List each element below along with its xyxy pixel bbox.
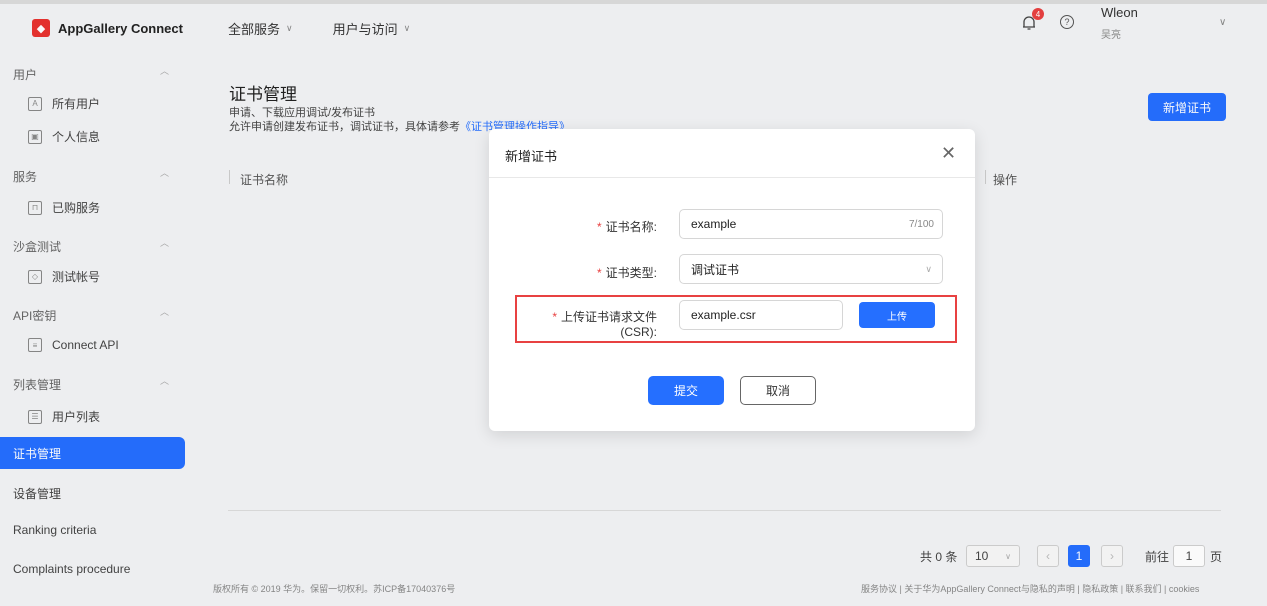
new-certificate-dialog: 新增证书 ✕ * 证书名称: example 7/100 * 证书类型: 调试证书 … <box>489 129 975 431</box>
csr-file-input[interactable]: example.csr <box>679 300 843 330</box>
cert-name-input[interactable]: example 7/100 <box>679 209 943 239</box>
cert-type-select[interactable]: 调试证书 ∨ <box>679 254 943 284</box>
upload-button[interactable]: 上传 <box>859 302 935 328</box>
cancel-button[interactable]: 取消 <box>740 376 816 405</box>
dialog-divider <box>489 177 975 178</box>
cert-type-label: * 证书类型: <box>596 266 657 280</box>
required-marker: * <box>596 220 602 234</box>
submit-button[interactable]: 提交 <box>648 376 724 405</box>
required-marker: * <box>596 266 602 280</box>
chevron-down-icon: ∨ <box>925 263 932 274</box>
dialog-title: 新增证书 <box>505 149 558 164</box>
cert-name-label: * 证书名称: <box>596 220 657 234</box>
char-counter: 7/100 <box>908 218 934 230</box>
required-marker: * <box>552 310 557 324</box>
close-icon[interactable]: ✕ <box>941 143 956 164</box>
csr-label: * 上传证书请求文件(CSR): <box>552 310 657 339</box>
